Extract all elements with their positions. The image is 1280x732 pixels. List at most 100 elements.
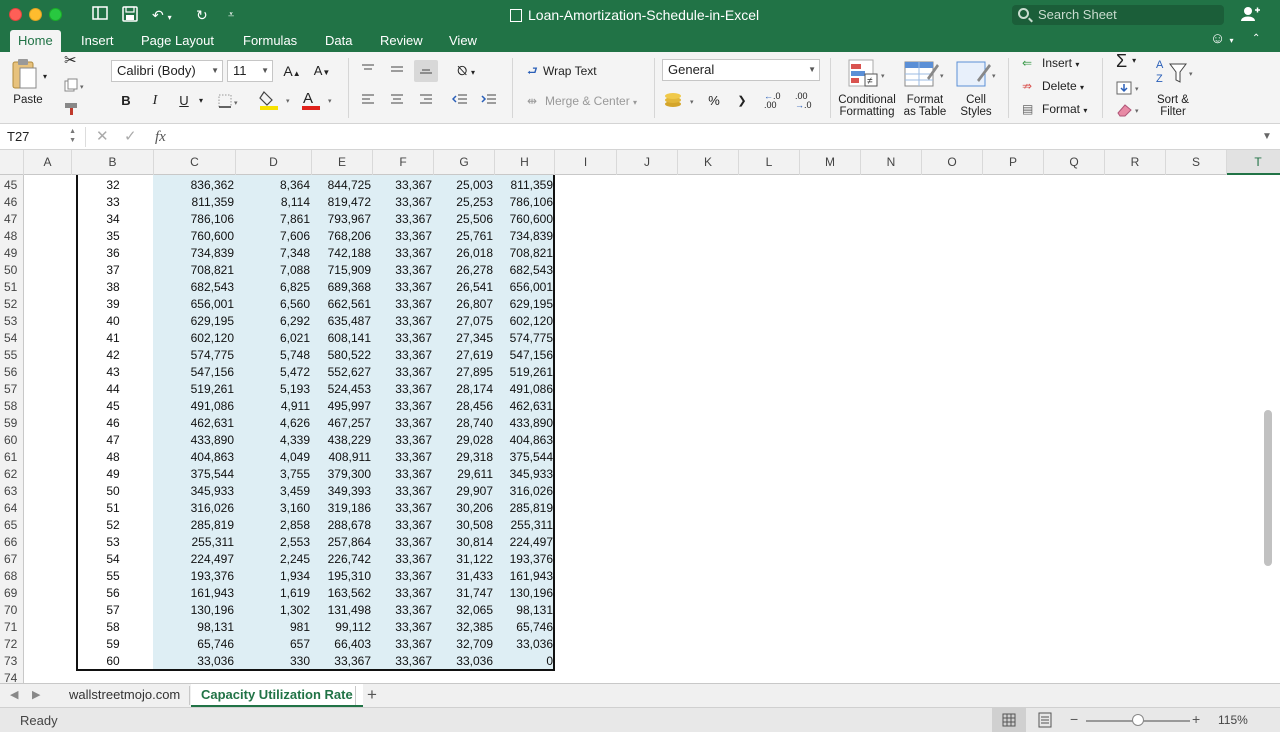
row-header[interactable]: 46 [0, 194, 24, 211]
underline-dropdown-icon[interactable]: ▾ [199, 94, 203, 108]
table-cell[interactable]: 257,864 [312, 534, 371, 551]
table-cell[interactable]: 25,506 [434, 211, 493, 228]
table-cell[interactable]: 33,367 [373, 228, 432, 245]
table-cell[interactable]: 519,261 [495, 364, 553, 381]
paste-dropdown-icon[interactable]: ▾ [43, 70, 47, 84]
autosum-icon[interactable]: Σ ▾ [1116, 52, 1136, 70]
table-cell[interactable]: 31,433 [434, 568, 493, 585]
undo-icon[interactable]: ↶ ▾ [152, 6, 172, 24]
table-cell[interactable]: 37 [72, 262, 154, 279]
table-cell[interactable]: 574,775 [154, 347, 234, 364]
save-icon[interactable] [122, 6, 138, 24]
close-window-button[interactable] [9, 8, 22, 21]
table-cell[interactable]: 27,619 [434, 347, 493, 364]
table-cell[interactable]: 224,497 [495, 534, 553, 551]
format-cells-button[interactable]: ▤ Format ▾ [1022, 102, 1087, 118]
table-cell[interactable]: 6,825 [236, 279, 310, 296]
table-cell[interactable]: 574,775 [495, 330, 553, 347]
tab-page-layout[interactable]: Page Layout [137, 30, 218, 52]
smiley-feedback-icon[interactable]: ☺ ▾ [1210, 30, 1234, 48]
table-cell[interactable]: 29,907 [434, 483, 493, 500]
row-header[interactable]: 65 [0, 517, 24, 534]
table-cell[interactable]: 33,367 [373, 194, 432, 211]
table-cell[interactable]: 29,318 [434, 449, 493, 466]
row-header[interactable]: 47 [0, 211, 24, 228]
paste-clipboard-icon[interactable] [10, 58, 38, 95]
table-cell[interactable]: 657 [236, 636, 310, 653]
column-header-j[interactable]: J [617, 150, 678, 175]
tab-home[interactable]: Home [10, 30, 61, 53]
table-cell[interactable]: 26,278 [434, 262, 493, 279]
add-sheet-icon[interactable]: + [367, 686, 377, 704]
table-cell[interactable] [154, 670, 234, 683]
table-cell[interactable]: 41 [72, 330, 154, 347]
row-header[interactable]: 54 [0, 330, 24, 347]
table-cell[interactable]: 33,367 [373, 449, 432, 466]
comma-style-button[interactable]: ❯ [730, 90, 754, 112]
column-header-c[interactable]: C [154, 150, 236, 175]
table-cell[interactable]: 656,001 [495, 279, 553, 296]
insert-function-icon[interactable]: fx [155, 127, 166, 147]
align-center-icon[interactable] [385, 90, 409, 112]
table-cell[interactable]: 8,114 [236, 194, 310, 211]
column-header-t[interactable]: T [1227, 150, 1280, 175]
row-header[interactable]: 50 [0, 262, 24, 279]
column-header-e[interactable]: E [312, 150, 373, 175]
table-cell[interactable]: 60 [72, 653, 154, 670]
collapse-ribbon-icon[interactable]: ⌃ [1252, 30, 1260, 48]
column-header-o[interactable]: O [922, 150, 983, 175]
zoom-in-icon[interactable]: + [1192, 711, 1200, 727]
table-cell[interactable]: 226,742 [312, 551, 371, 568]
table-cell[interactable]: 33,367 [373, 619, 432, 636]
increase-indent-icon[interactable] [477, 90, 501, 112]
normal-view-button[interactable] [992, 708, 1026, 732]
table-cell[interactable]: 26,541 [434, 279, 493, 296]
table-cell[interactable]: 65,746 [154, 636, 234, 653]
table-cell[interactable]: 379,300 [312, 466, 371, 483]
merge-center-button[interactable]: ⇹ Merge & Center ▾ [527, 94, 637, 110]
table-cell[interactable]: 580,522 [312, 347, 371, 364]
column-header-g[interactable]: G [434, 150, 495, 175]
paste-label[interactable]: Paste [10, 94, 46, 106]
table-cell[interactable]: 99,112 [312, 619, 371, 636]
table-cell[interactable]: 66,403 [312, 636, 371, 653]
table-cell[interactable]: 4,339 [236, 432, 310, 449]
scroll-tabs-right-icon[interactable]: ▶ [32, 686, 40, 704]
table-cell[interactable]: 49 [72, 466, 154, 483]
table-cell[interactable]: 33,367 [373, 177, 432, 194]
table-cell[interactable]: 4,049 [236, 449, 310, 466]
sidebar-toggle-icon[interactable] [92, 6, 108, 24]
table-cell[interactable]: 224,497 [154, 551, 234, 568]
table-cell[interactable] [495, 670, 553, 683]
table-cell[interactable]: 28,740 [434, 415, 493, 432]
borders-icon[interactable]: ▾ [218, 94, 244, 111]
table-cell[interactable]: 330 [236, 653, 310, 670]
table-cell[interactable]: 161,943 [154, 585, 234, 602]
table-cell[interactable]: 5,472 [236, 364, 310, 381]
table-cell[interactable]: 7,606 [236, 228, 310, 245]
table-cell[interactable] [373, 670, 432, 683]
row-header[interactable]: 53 [0, 313, 24, 330]
table-cell[interactable]: 55 [72, 568, 154, 585]
table-cell[interactable]: 319,186 [312, 500, 371, 517]
table-cell[interactable]: 30,814 [434, 534, 493, 551]
format-painter-icon[interactable] [64, 102, 80, 119]
align-right-icon[interactable] [414, 90, 438, 112]
table-cell[interactable]: 33,367 [373, 398, 432, 415]
table-cell[interactable]: 45 [72, 398, 154, 415]
cancel-edit-icon[interactable]: ✕ [96, 127, 109, 147]
table-cell[interactable]: 404,863 [495, 432, 553, 449]
font-name-select[interactable]: Calibri (Body) ▼ [111, 60, 223, 82]
table-cell[interactable]: 2,858 [236, 517, 310, 534]
table-cell[interactable]: 760,600 [495, 211, 553, 228]
table-cell[interactable]: 708,821 [154, 262, 234, 279]
table-cell[interactable]: 5,193 [236, 381, 310, 398]
row-header[interactable]: 63 [0, 483, 24, 500]
tab-insert[interactable]: Insert [77, 30, 118, 52]
table-cell[interactable]: 33,367 [373, 296, 432, 313]
table-cell[interactable]: 52 [72, 517, 154, 534]
table-cell[interactable]: 47 [72, 432, 154, 449]
table-cell[interactable]: 255,311 [154, 534, 235, 551]
column-header-i[interactable]: I [555, 150, 617, 175]
row-header[interactable]: 70 [0, 602, 24, 619]
